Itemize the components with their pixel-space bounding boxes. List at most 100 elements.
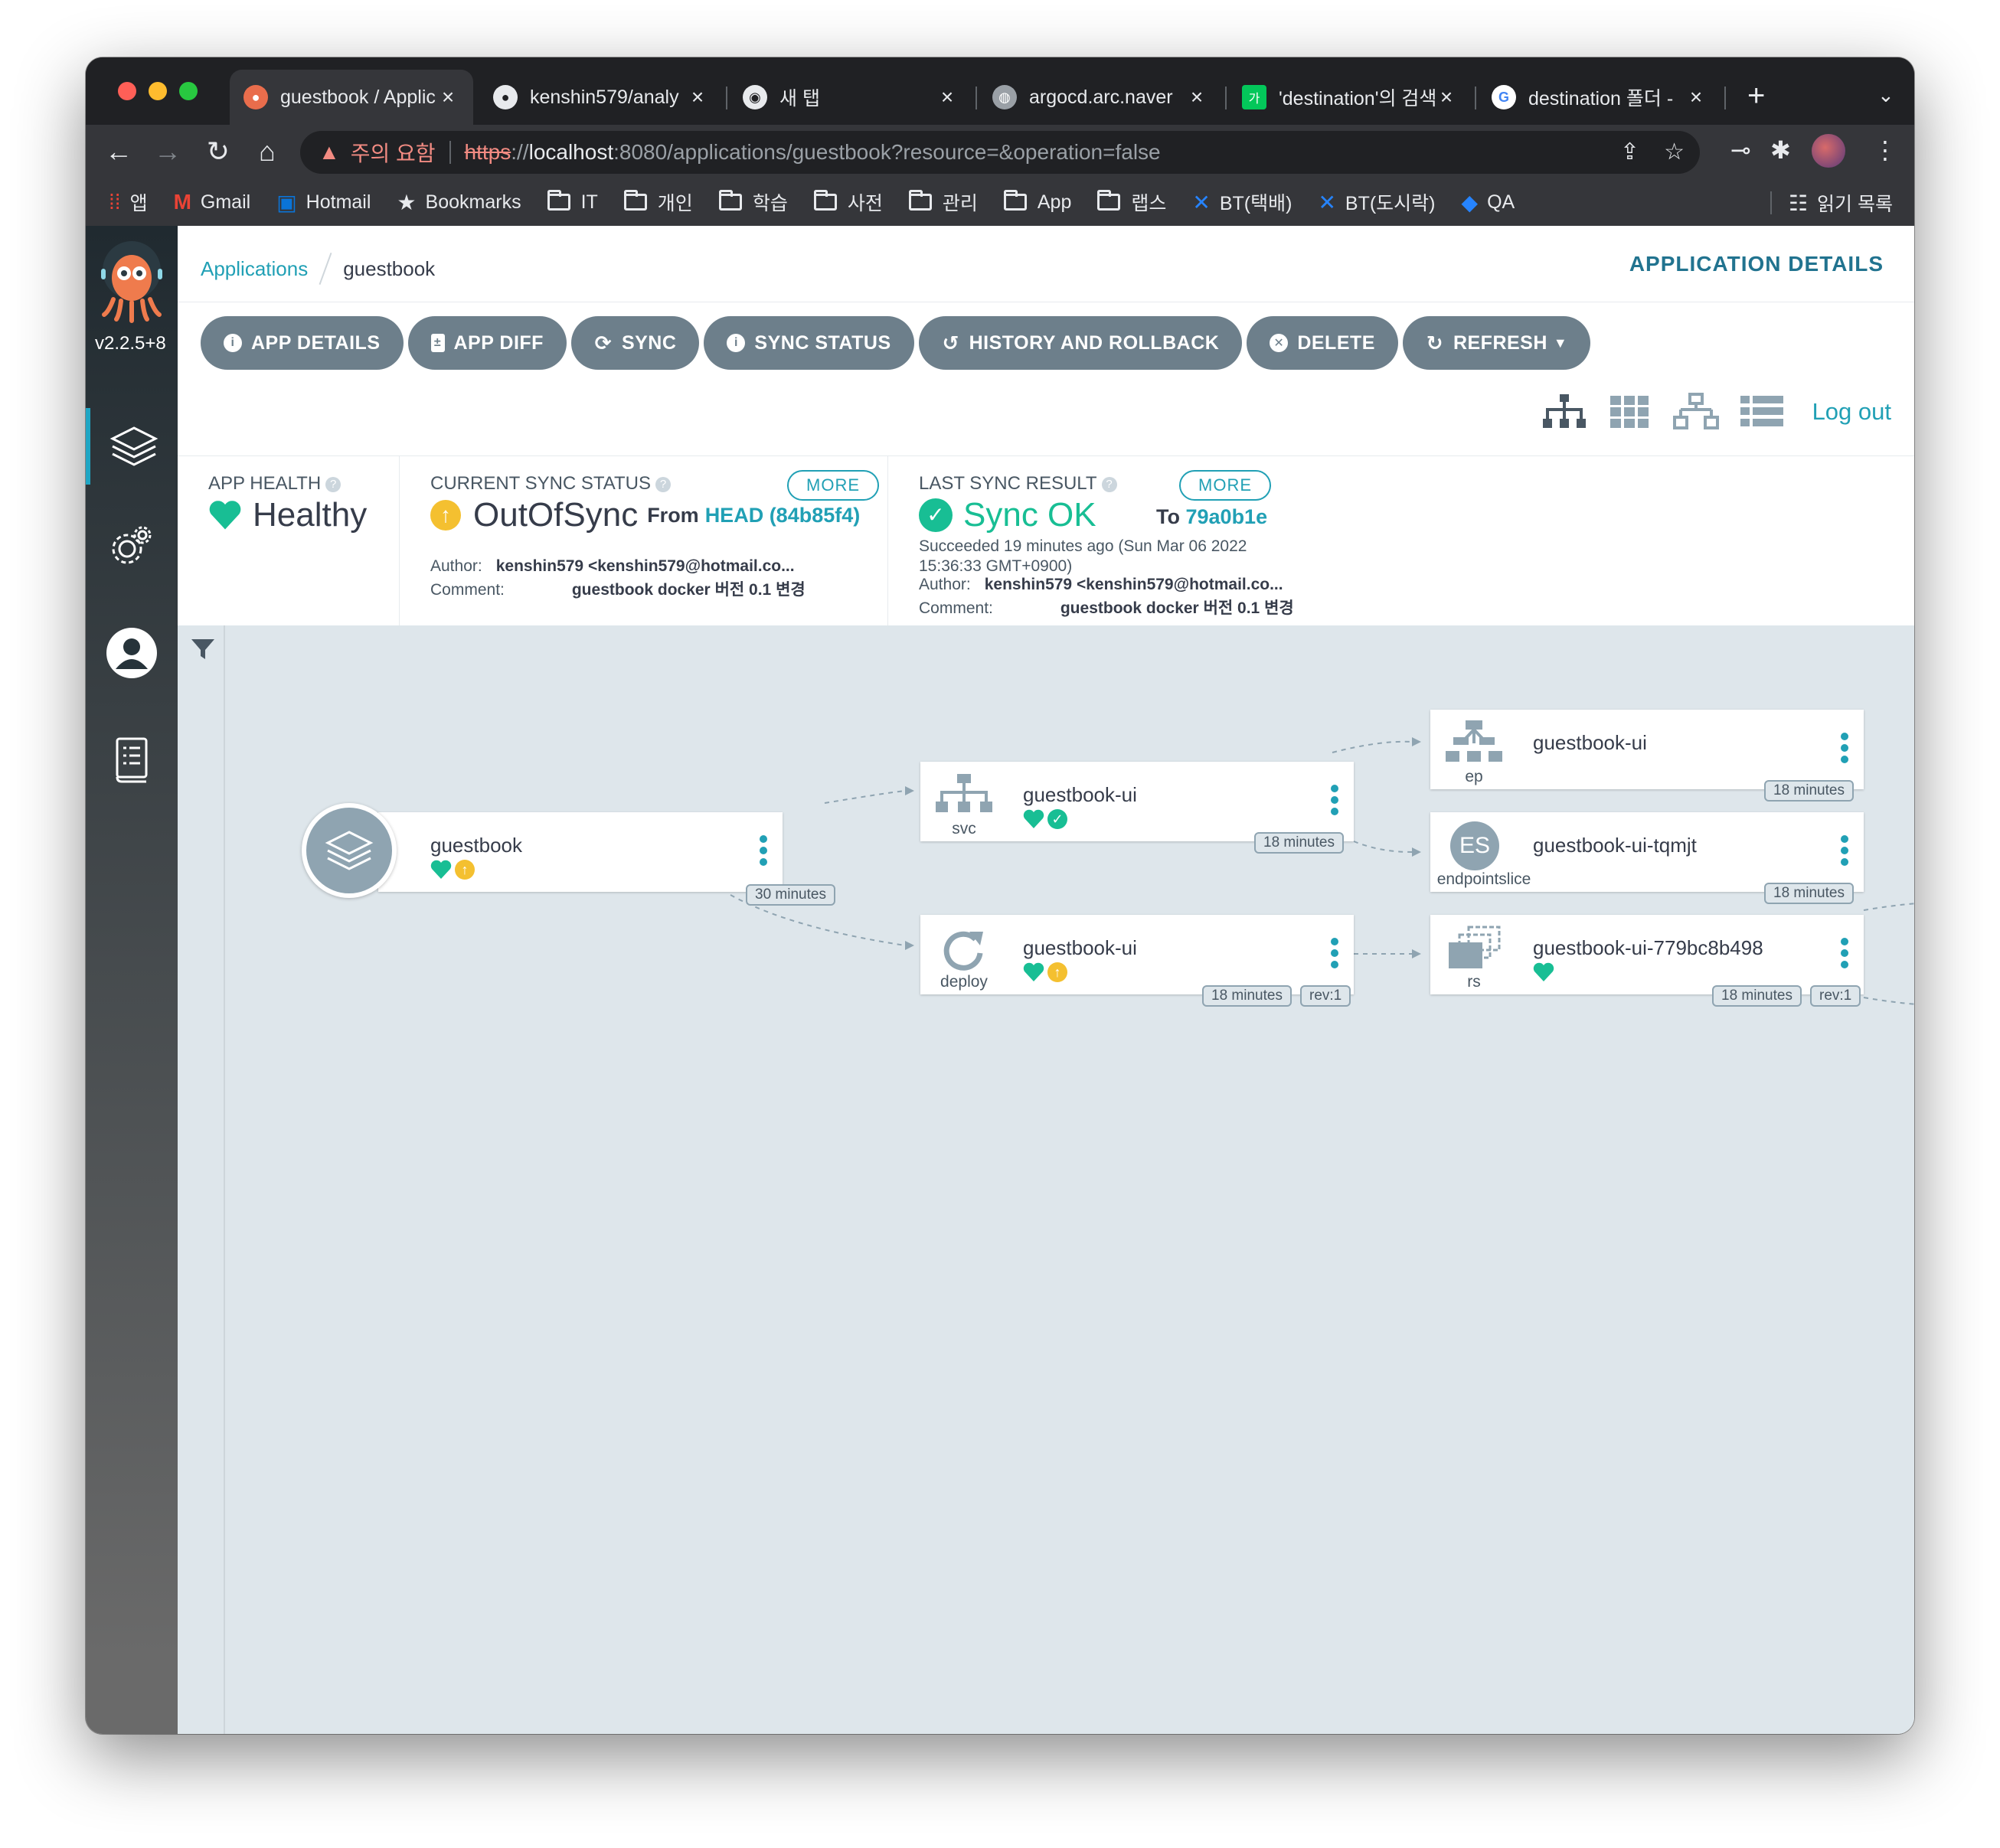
forward-arrow-icon[interactable]: → [147, 131, 188, 172]
user-circle-icon [106, 628, 157, 678]
close-window-button[interactable] [118, 82, 136, 100]
reload-icon[interactable]: ↻ [198, 131, 239, 172]
node-menu-icon[interactable] [1841, 938, 1848, 972]
node-menu-icon[interactable] [760, 835, 767, 870]
app-node[interactable]: guestbook ↑ [378, 812, 783, 892]
out-of-sync-arrow-icon: ↑ [430, 500, 461, 531]
folder-icon [1003, 190, 1027, 211]
network-view-icon[interactable] [1672, 393, 1719, 431]
breadcrumb-applications-link[interactable]: Applications [201, 257, 308, 281]
sidebar-item-applications[interactable] [86, 408, 178, 485]
github-icon: ● [493, 85, 518, 109]
info-icon: i [224, 334, 242, 352]
rs-node[interactable]: rs guestbook-ui-779bc8b498 [1430, 915, 1864, 994]
profile-avatar[interactable] [1812, 134, 1845, 168]
close-tab-icon[interactable]: × [1185, 85, 1208, 109]
bookmark-folder-admin[interactable]: 관리 [908, 188, 978, 216]
help-icon[interactable]: ? [325, 476, 342, 492]
tab-guestbook[interactable]: ● guestbook / Applicat × [230, 70, 473, 125]
extensions-puzzle-icon[interactable]: ✱ [1770, 135, 1791, 165]
zoom-window-button[interactable] [179, 82, 198, 100]
heart-healthy-icon [1023, 809, 1044, 828]
bookmark-apps[interactable]: ⁞⁞ 앱 [109, 188, 148, 216]
bookmark-bookmarks[interactable]: ★ Bookmarks [397, 190, 521, 215]
reading-list[interactable]: ☷ 읽기 목록 [1770, 189, 1893, 217]
tab-github[interactable]: ● kenshin579/analy × [479, 70, 723, 125]
tab-argocd-naver[interactable]: ◍ argocd.arc.naver × [979, 70, 1222, 125]
minimize-window-button[interactable] [149, 82, 167, 100]
bookmark-folder-study[interactable]: 학습 [718, 188, 788, 216]
sidebar-item-user-info[interactable] [86, 615, 178, 691]
svc-node[interactable]: svc guestbook-ui ✓ [920, 762, 1354, 841]
sync-revision-link[interactable]: HEAD (84b85f4) [705, 504, 861, 527]
endpointslice-node[interactable]: ES endpointslice guestbook-ui-tqmjt [1430, 812, 1864, 892]
app-details-button[interactable]: i APP DETAILS [201, 316, 404, 370]
version-label: v2.2.5+8 [95, 333, 166, 354]
node-menu-icon[interactable] [1841, 835, 1848, 870]
deployment-icon [943, 931, 983, 971]
close-tab-icon[interactable]: × [686, 85, 709, 109]
main-content: Applications guestbook APPLICATION DETAI… [178, 226, 1914, 1734]
delete-button[interactable]: ✕ DELETE [1247, 316, 1398, 370]
last-sync-section: LAST SYNC RESULT? MORE ✓ Sync OK To 79a0… [888, 456, 1317, 626]
browser-menu-icon[interactable]: ⋮ [1873, 135, 1897, 165]
rs-rev-tag: rev:1 [1810, 985, 1861, 1007]
tab-search-chevron-icon[interactable]: ⌄ [1877, 83, 1894, 107]
resource-tree-graph: guestbook ↑ 30 minutes svc guestbook-ui [178, 625, 1914, 1734]
last-sync-more-button[interactable]: MORE [1179, 470, 1271, 501]
home-icon[interactable]: ⌂ [247, 131, 288, 172]
app-node-icon[interactable] [302, 803, 397, 898]
tree-view-icon[interactable] [1541, 393, 1587, 431]
bookmark-hotmail[interactable]: ▣ Hotmail [276, 190, 371, 215]
bookmark-folder-personal[interactable]: 개인 [623, 188, 693, 216]
node-menu-icon[interactable] [1331, 938, 1338, 972]
back-arrow-icon[interactable]: ← [98, 131, 139, 172]
address-bar[interactable]: ▲ 주의 요함 https://localhost:8080/applicati… [300, 131, 1700, 174]
sync-status-button[interactable]: i SYNC STATUS [704, 316, 914, 370]
help-icon[interactable]: ? [1101, 476, 1117, 492]
bookmark-star-icon[interactable]: ☆ [1664, 139, 1685, 165]
replicaset-icon [1449, 926, 1501, 968]
close-tab-icon[interactable]: × [436, 85, 459, 109]
new-tab-plus-icon[interactable]: + [1747, 80, 1765, 111]
help-icon[interactable]: ? [655, 476, 672, 492]
refresh-button[interactable]: ↻ REFRESH ▼ [1402, 316, 1591, 370]
warning-triangle-icon: ▲ [319, 140, 340, 164]
bookmark-qa[interactable]: ◆ QA [1462, 190, 1515, 215]
deploy-node[interactable]: deploy guestbook-ui ↑ [920, 915, 1354, 994]
app-diff-button[interactable]: ± APP DIFF [407, 316, 567, 370]
sidebar-item-settings[interactable] [86, 508, 178, 584]
tab-destination-folder[interactable]: G destination 폴더 - × [1478, 70, 1721, 125]
bookmark-folder-it[interactable]: IT [547, 190, 598, 214]
node-menu-icon[interactable] [1841, 733, 1848, 767]
bookmark-bt-delivery[interactable]: ✕ BT(택배) [1192, 188, 1292, 216]
sync-value: OutOfSync [473, 496, 639, 534]
page-title: APPLICATION DETAILS [1629, 252, 1884, 276]
sync-button[interactable]: ⟳ SYNC [570, 316, 700, 370]
check-circle-icon: ✓ [1047, 809, 1067, 829]
deploy-rev-tag: rev:1 [1300, 985, 1351, 1007]
bookmark-gmail[interactable]: M Gmail [174, 190, 251, 214]
bookmark-bt-lunchbox[interactable]: ✕ BT(도시락) [1318, 188, 1435, 216]
close-tab-icon[interactable]: × [1685, 85, 1708, 109]
tab-new[interactable]: ◉ 새 탭 × [729, 70, 972, 125]
bookmark-folder-labs[interactable]: 랩스 [1097, 188, 1166, 216]
ep-node[interactable]: ep guestbook-ui [1430, 710, 1864, 789]
close-tab-icon[interactable]: × [1435, 85, 1458, 109]
list-view-icon[interactable] [1739, 393, 1785, 431]
close-tab-icon[interactable]: × [936, 85, 959, 109]
folder-icon [813, 190, 837, 211]
folder-icon [623, 190, 647, 211]
logout-link[interactable]: Log out [1812, 398, 1891, 426]
last-sync-revision-link[interactable]: 79a0b1e [1186, 505, 1268, 528]
commit-icon[interactable]: ⊸ [1730, 135, 1751, 165]
times-circle-icon: ✕ [1270, 334, 1289, 352]
history-rollback-button[interactable]: ↺ HISTORY AND ROLLBACK [918, 316, 1243, 370]
bookmark-folder-dictionary[interactable]: 사전 [813, 188, 883, 216]
bookmark-folder-app[interactable]: App [1003, 190, 1071, 214]
share-icon[interactable]: ⇪ [1620, 139, 1639, 165]
sidebar-item-docs[interactable] [86, 722, 178, 798]
pods-grid-view-icon[interactable] [1607, 393, 1653, 431]
node-menu-icon[interactable] [1331, 785, 1338, 819]
tab-destination-search[interactable]: 가 'destination'의 검색 × [1228, 70, 1472, 125]
